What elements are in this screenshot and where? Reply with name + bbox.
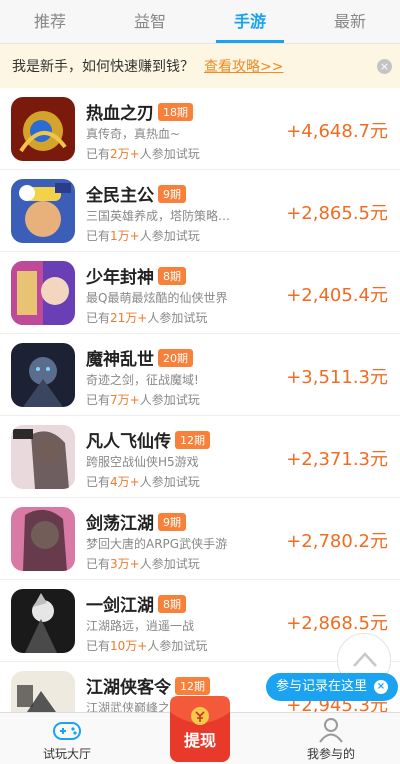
count-suffix: 人参加试玩 bbox=[139, 229, 200, 243]
reward-amount: +2,868.5元 bbox=[286, 613, 388, 634]
category-tabs: 推荐 益智 手游 最新 bbox=[0, 0, 400, 44]
game-description: 梦回大唐的ARPG武侠手游 bbox=[86, 537, 228, 551]
withdraw-button[interactable]: 提现 bbox=[162, 690, 238, 764]
gamepad-icon bbox=[52, 717, 82, 743]
game-name-text: 凡人飞仙传 bbox=[86, 432, 171, 452]
game-description: 最Q最萌最炫酷的仙侠世界 bbox=[86, 291, 228, 305]
reward-amount: +2,865.5元 bbox=[286, 203, 388, 224]
count-prefix: 已有 bbox=[86, 557, 111, 571]
game-name-text: 剑荡江湖 bbox=[86, 514, 154, 534]
period-badge: 8期 bbox=[158, 267, 186, 285]
game-name: 剑荡江湖 9期 bbox=[86, 509, 186, 534]
period-badge: 9期 bbox=[158, 185, 186, 203]
list-item[interactable]: 少年封神 8期 最Q最萌最炫酷的仙侠世界 已有21万+人参加试玩 +2,405.4… bbox=[0, 252, 400, 334]
count-prefix: 已有 bbox=[86, 393, 111, 407]
game-name: 热血之刃 18期 bbox=[86, 99, 193, 124]
close-icon[interactable]: × bbox=[374, 680, 388, 694]
period-badge: 9期 bbox=[158, 513, 186, 531]
count-number: 10万+ bbox=[110, 639, 148, 653]
player-count: 已有10万+人参加试玩 bbox=[86, 637, 207, 654]
app-screen: 推荐 益智 手游 最新 我是新手，如何快速赚到钱？ 查看攻略>> × 热血之刃 1… bbox=[0, 0, 400, 764]
player-count: 已有3万+人参加试玩 bbox=[86, 555, 200, 572]
nav-trial-hall[interactable]: 试玩大厅 bbox=[12, 713, 122, 762]
count-suffix: 人参加试玩 bbox=[139, 475, 200, 489]
game-thumbnail bbox=[11, 589, 75, 653]
count-suffix: 人参加试玩 bbox=[139, 557, 200, 571]
list-item[interactable]: 剑荡江湖 9期 梦回大唐的ARPG武侠手游 已有3万+人参加试玩 +2,780.2… bbox=[0, 498, 400, 580]
player-count: 已有1万+人参加试玩 bbox=[86, 227, 200, 244]
game-thumbnail bbox=[11, 179, 75, 243]
count-prefix: 已有 bbox=[86, 147, 111, 161]
count-number: 4万+ bbox=[110, 475, 140, 489]
nav-my-participation[interactable]: 我参与的 bbox=[276, 713, 386, 762]
game-name: 魔神乱世 20期 bbox=[86, 345, 193, 370]
game-description: 三国英雄养成，塔防策略… bbox=[86, 209, 231, 223]
game-thumbnail bbox=[11, 425, 75, 489]
game-thumbnail bbox=[11, 261, 75, 325]
count-prefix: 已有 bbox=[86, 475, 111, 489]
game-name-text: 全民主公 bbox=[86, 186, 154, 206]
tab-puzzle[interactable]: 益智 bbox=[100, 0, 200, 43]
game-description: 江湖路远，逍遥一战 bbox=[86, 619, 195, 633]
tab-mobile-games[interactable]: 手游 bbox=[200, 0, 300, 43]
reward-amount: +2,780.2元 bbox=[286, 531, 388, 552]
close-icon[interactable]: × bbox=[377, 59, 392, 74]
game-description: 奇迹之剑，征战魔域! bbox=[86, 373, 199, 387]
period-badge: 12期 bbox=[175, 431, 210, 449]
game-name: 少年封神 8期 bbox=[86, 263, 186, 288]
count-number: 7万+ bbox=[110, 393, 140, 407]
count-prefix: 已有 bbox=[86, 229, 111, 243]
nav-label: 试玩大厅 bbox=[42, 747, 91, 761]
view-guide-link[interactable]: 查看攻略>> bbox=[204, 56, 283, 76]
player-count: 已有4万+人参加试玩 bbox=[86, 473, 200, 490]
game-description: 跨服空战仙侠H5游戏 bbox=[86, 455, 199, 469]
tab-newest[interactable]: 最新 bbox=[300, 0, 400, 43]
reward-amount: +2,405.4元 bbox=[286, 285, 388, 306]
game-name-text: 少年封神 bbox=[86, 268, 154, 288]
tip-text: 参与记录在这里 bbox=[276, 679, 368, 694]
tab-recommend[interactable]: 推荐 bbox=[0, 0, 100, 43]
newbie-notice-bar: 我是新手，如何快速赚到钱？ 查看攻略>> × bbox=[0, 44, 400, 88]
list-item[interactable]: 热血之刃 18期 真传奇，真热血~ 已有2万+人参加试玩 +4,648.7元 bbox=[0, 88, 400, 170]
game-name-text: 江湖侠客令 bbox=[86, 678, 171, 698]
player-count: 已有21万+人参加试玩 bbox=[86, 309, 207, 326]
game-name-text: 一剑江湖 bbox=[86, 596, 154, 616]
notice-text: 我是新手，如何快速赚到钱？ bbox=[12, 59, 194, 75]
list-item[interactable]: 魔神乱世 20期 奇迹之剑，征战魔域! 已有7万+人参加试玩 +3,511.3元 bbox=[0, 334, 400, 416]
game-name: 全民主公 9期 bbox=[86, 181, 186, 206]
count-suffix: 人参加试玩 bbox=[147, 639, 208, 653]
count-prefix: 已有 bbox=[86, 639, 111, 653]
user-icon bbox=[316, 717, 346, 743]
player-count: 已有2万+人参加试玩 bbox=[86, 145, 200, 162]
player-count: 已有7万+人参加试玩 bbox=[86, 391, 200, 408]
count-suffix: 人参加试玩 bbox=[139, 147, 200, 161]
list-item[interactable]: 凡人飞仙传 12期 跨服空战仙侠H5游戏 已有4万+人参加试玩 +2,371.3元 bbox=[0, 416, 400, 498]
period-badge: 18期 bbox=[158, 103, 193, 121]
participation-tip[interactable]: 参与记录在这里 × bbox=[266, 673, 398, 701]
count-suffix: 人参加试玩 bbox=[139, 393, 200, 407]
count-prefix: 已有 bbox=[86, 311, 111, 325]
list-item[interactable]: 全民主公 9期 三国英雄养成，塔防策略… 已有1万+人参加试玩 +2,865.5元 bbox=[0, 170, 400, 252]
count-number: 21万+ bbox=[110, 311, 148, 325]
game-thumbnail bbox=[11, 343, 75, 407]
nav-label: 我参与的 bbox=[306, 747, 355, 761]
game-thumbnail bbox=[11, 97, 75, 161]
withdraw-label: 提现 bbox=[183, 731, 216, 750]
game-description: 真传奇，真热血~ bbox=[86, 127, 181, 141]
game-name: 一剑江湖 8期 bbox=[86, 591, 186, 616]
game-name-text: 热血之刃 bbox=[86, 104, 154, 124]
reward-amount: +3,511.3元 bbox=[286, 367, 388, 388]
reward-amount: +2,371.3元 bbox=[286, 449, 388, 470]
game-thumbnail bbox=[11, 507, 75, 571]
reward-amount: +4,648.7元 bbox=[286, 121, 388, 142]
count-number: 2万+ bbox=[110, 147, 140, 161]
game-name-text: 魔神乱世 bbox=[86, 350, 154, 370]
count-suffix: 人参加试玩 bbox=[147, 311, 208, 325]
period-badge: 8期 bbox=[158, 595, 186, 613]
count-number: 3万+ bbox=[110, 557, 140, 571]
game-name: 凡人飞仙传 12期 bbox=[86, 427, 210, 452]
period-badge: 20期 bbox=[158, 349, 193, 367]
count-number: 1万+ bbox=[110, 229, 140, 243]
